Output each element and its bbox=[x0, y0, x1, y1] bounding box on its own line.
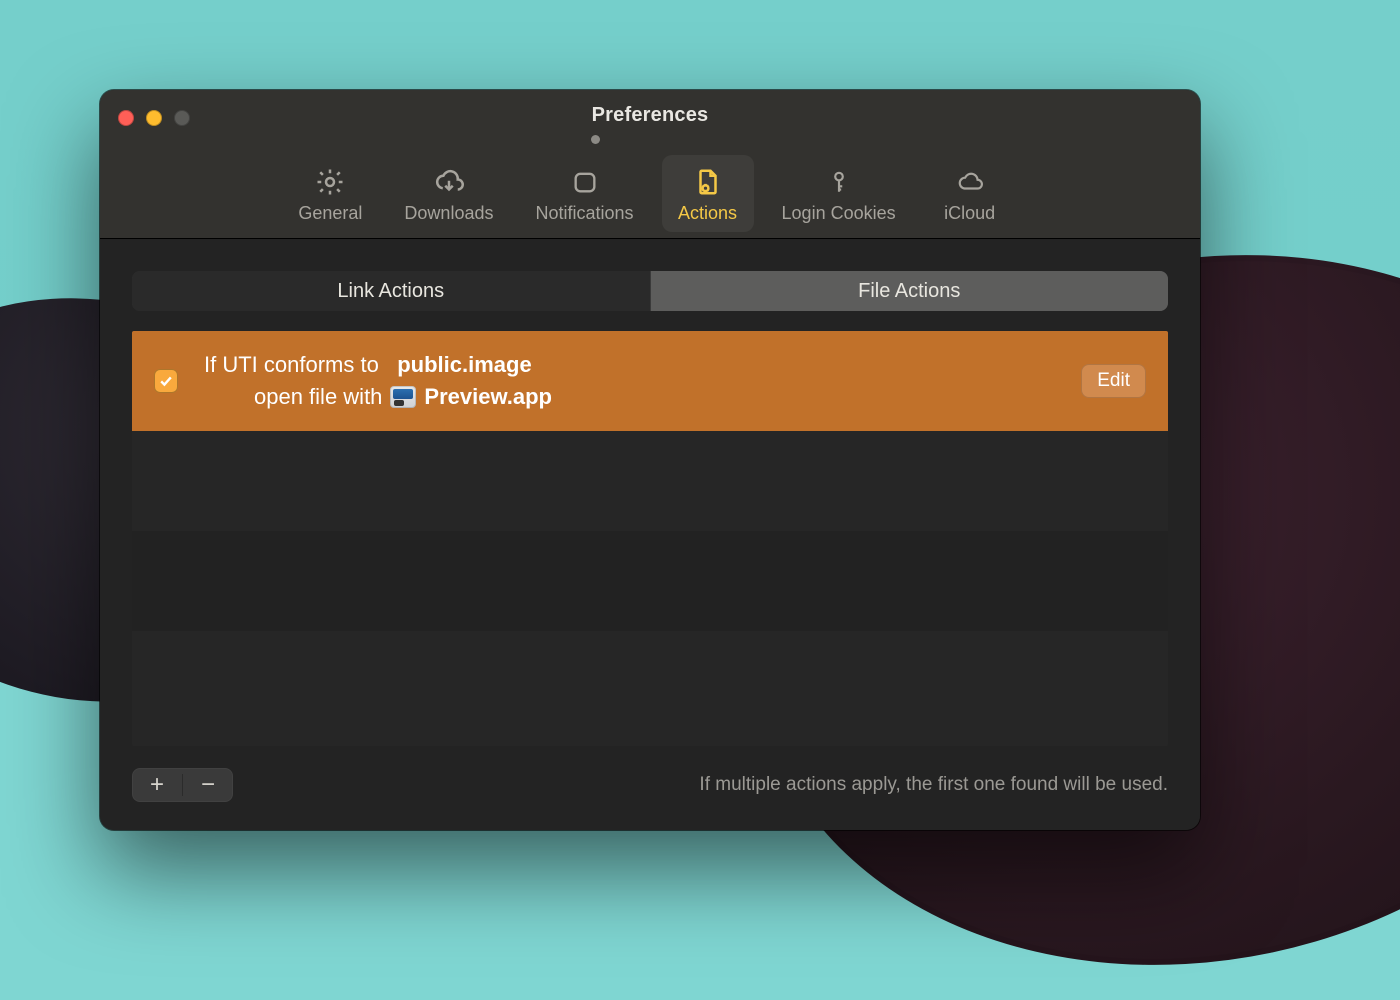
rule-row-empty bbox=[132, 531, 1168, 631]
gear-icon bbox=[313, 165, 347, 199]
tab-label: Login Cookies bbox=[782, 203, 896, 224]
tab-label: iCloud bbox=[944, 203, 995, 224]
segment-file-actions[interactable]: File Actions bbox=[650, 271, 1169, 311]
actions-segment: Link Actions File Actions bbox=[132, 271, 1168, 311]
add-rule-button[interactable]: + bbox=[132, 768, 182, 802]
rule-row-empty bbox=[132, 631, 1168, 731]
notification-icon bbox=[568, 165, 602, 199]
document-gear-icon bbox=[691, 165, 725, 199]
tab-label: General bbox=[298, 203, 362, 224]
tab-actions[interactable]: Actions bbox=[662, 155, 754, 232]
add-remove-group: + − bbox=[132, 768, 233, 802]
tab-notifications[interactable]: Notifications bbox=[521, 155, 647, 232]
titlebar: Preferences General Downloads Notifi bbox=[100, 90, 1200, 239]
rule-condition-prefix: If UTI conforms to bbox=[204, 352, 379, 377]
tab-label: Notifications bbox=[535, 203, 633, 224]
rule-checkbox[interactable] bbox=[154, 369, 178, 393]
segment-label: Link Actions bbox=[337, 280, 444, 303]
tab-login-cookies[interactable]: Login Cookies bbox=[768, 155, 910, 232]
plus-icon: + bbox=[150, 773, 164, 797]
footer-hint: If multiple actions apply, the first one… bbox=[699, 774, 1168, 796]
rules-list: If UTI conforms to public.image open fil… bbox=[132, 331, 1168, 746]
key-icon bbox=[822, 165, 856, 199]
cloud-icon bbox=[953, 165, 987, 199]
window-title: Preferences bbox=[100, 104, 1200, 127]
remove-rule-button[interactable]: − bbox=[183, 768, 233, 802]
minus-icon: − bbox=[201, 773, 215, 797]
rule-row-empty bbox=[132, 431, 1168, 531]
preview-app-icon bbox=[390, 386, 416, 408]
notification-dot-icon bbox=[591, 135, 600, 144]
tab-general[interactable]: General bbox=[284, 155, 376, 232]
segment-label: File Actions bbox=[858, 280, 960, 303]
edit-label: Edit bbox=[1097, 370, 1130, 391]
tab-icloud[interactable]: iCloud bbox=[924, 155, 1016, 232]
rules-footer: + − If multiple actions apply, the first… bbox=[132, 746, 1168, 810]
tab-downloads[interactable]: Downloads bbox=[390, 155, 507, 232]
rule-action: open file with Preview.app bbox=[204, 384, 552, 410]
edit-rule-button[interactable]: Edit bbox=[1081, 364, 1146, 398]
tab-label: Downloads bbox=[404, 203, 493, 224]
rule-action-app: Preview.app bbox=[424, 384, 552, 410]
rule-condition: If UTI conforms to public.image bbox=[204, 352, 552, 378]
rule-row[interactable]: If UTI conforms to public.image open fil… bbox=[132, 331, 1168, 431]
rule-text: If UTI conforms to public.image open fil… bbox=[204, 352, 552, 410]
preferences-window: Preferences General Downloads Notifi bbox=[100, 90, 1200, 830]
cloud-download-icon bbox=[432, 165, 466, 199]
preferences-body: Link Actions File Actions If UTI conform… bbox=[100, 239, 1200, 830]
preferences-toolbar: General Downloads Notifications Act bbox=[100, 140, 1200, 238]
tab-label: Actions bbox=[678, 203, 737, 224]
rule-action-prefix: open file with bbox=[254, 384, 382, 410]
segment-link-actions[interactable]: Link Actions bbox=[132, 271, 650, 311]
rule-condition-value: public.image bbox=[397, 352, 531, 377]
